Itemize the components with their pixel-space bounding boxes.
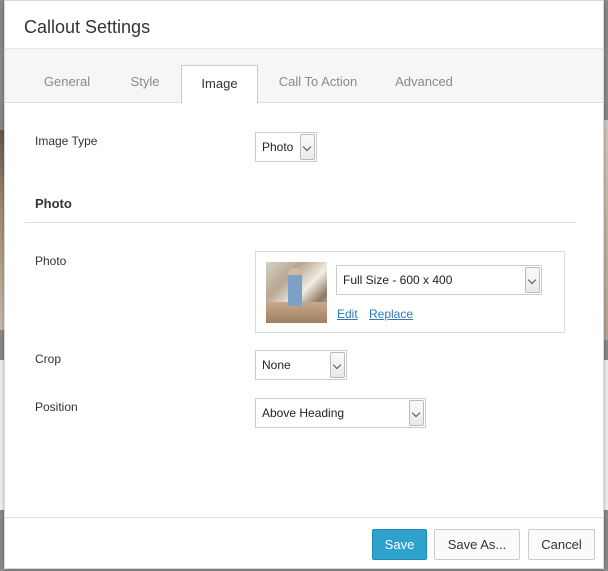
tab-bar: General Style Image Call To Action Advan… bbox=[5, 49, 603, 104]
image-type-label: Image Type bbox=[35, 134, 98, 148]
tab-style[interactable]: Style bbox=[115, 65, 175, 103]
chevron-down-icon bbox=[300, 134, 315, 160]
chevron-down-icon bbox=[525, 267, 540, 293]
save-button[interactable]: Save bbox=[372, 529, 427, 560]
photo-size-value: Full Size - 600 x 400 bbox=[343, 273, 453, 287]
replace-photo-link[interactable]: Replace bbox=[369, 307, 413, 321]
crop-select[interactable]: None bbox=[255, 350, 347, 380]
save-as-button[interactable]: Save As... bbox=[434, 529, 520, 560]
photo-picker: Full Size - 600 x 400 Edit Replace bbox=[255, 251, 565, 333]
crop-label: Crop bbox=[35, 352, 62, 366]
dialog-footer: Save Save As... Cancel bbox=[5, 517, 603, 568]
dialog-header: Callout Settings bbox=[5, 1, 603, 49]
section-title: Photo bbox=[35, 196, 72, 211]
photo-thumbnail[interactable] bbox=[266, 262, 327, 323]
chevron-down-icon bbox=[330, 352, 345, 378]
dialog-title: Callout Settings bbox=[24, 17, 151, 37]
position-select[interactable]: Above Heading bbox=[255, 398, 426, 428]
tab-advanced[interactable]: Advanced bbox=[385, 65, 463, 103]
image-type-value: Photo bbox=[262, 140, 294, 154]
chevron-down-icon bbox=[409, 400, 424, 426]
section-divider bbox=[25, 222, 576, 223]
position-label: Position bbox=[35, 400, 78, 414]
tab-image[interactable]: Image bbox=[181, 65, 258, 104]
dialog-body: Image Type Photo Photo Photo Full Size -… bbox=[5, 104, 603, 517]
crop-value: None bbox=[262, 358, 291, 372]
settings-dialog: Callout Settings General Style Image Cal… bbox=[4, 0, 604, 569]
edit-photo-link[interactable]: Edit bbox=[337, 307, 358, 321]
tab-general[interactable]: General bbox=[29, 65, 105, 103]
thumbnail-person-shape bbox=[288, 268, 302, 306]
photo-size-select[interactable]: Full Size - 600 x 400 bbox=[336, 265, 542, 295]
position-value: Above Heading bbox=[262, 406, 345, 420]
cancel-button[interactable]: Cancel bbox=[528, 529, 595, 560]
photo-label: Photo bbox=[35, 254, 67, 268]
tab-call-to-action[interactable]: Call To Action bbox=[269, 65, 367, 103]
image-type-select[interactable]: Photo bbox=[255, 132, 317, 162]
